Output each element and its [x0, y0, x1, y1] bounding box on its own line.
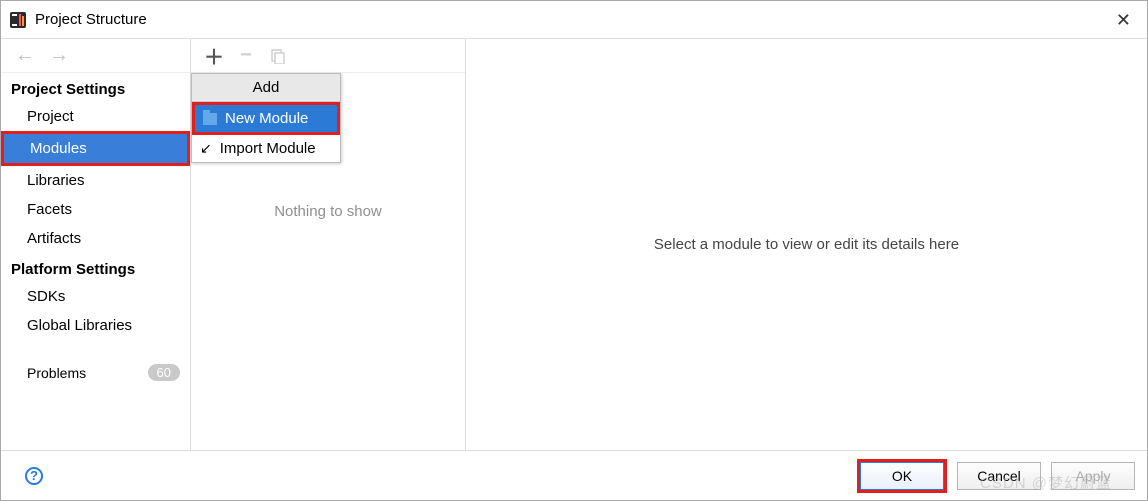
sidebar-item-artifacts[interactable]: Artifacts — [1, 224, 190, 253]
sidebar-item-sdks[interactable]: SDKs — [1, 282, 190, 311]
nav-arrows: ← → — [1, 39, 190, 73]
sidebar-item-modules[interactable]: Modules — [1, 131, 190, 166]
dialog-footer: ? OK Cancel Apply — [1, 450, 1147, 500]
sidebar-item-facets[interactable]: Facets — [1, 195, 190, 224]
details-panel: Select a module to view or edit its deta… — [466, 39, 1147, 450]
modules-toolbar: ＋ − — [191, 39, 465, 73]
cancel-button[interactable]: Cancel — [957, 462, 1041, 490]
folder-icon — [203, 113, 217, 125]
sidebar-item-project[interactable]: Project — [1, 102, 190, 131]
sidebar-item-libraries[interactable]: Libraries — [1, 166, 190, 195]
problems-label: Problems — [27, 365, 86, 381]
add-icon[interactable]: ＋ — [205, 47, 223, 65]
back-icon[interactable]: ← — [15, 44, 35, 67]
menu-item-import-module[interactable]: ↙ Import Module — [192, 135, 340, 162]
import-icon: ↙ — [200, 140, 212, 157]
left-sidebar: ← → Project Settings Project Modules Lib… — [1, 39, 191, 450]
add-popup-header: Add — [192, 74, 340, 102]
close-icon[interactable]: ✕ — [1110, 11, 1137, 29]
new-module-label: New Module — [225, 110, 308, 127]
titlebar: Project Structure ✕ — [1, 1, 1147, 39]
import-module-label: Import Module — [220, 140, 316, 157]
platform-settings-header: Platform Settings — [1, 253, 190, 282]
forward-icon[interactable]: → — [49, 44, 69, 67]
modules-list-panel: ＋ − Add New Module ↙ Import Module Nothi… — [191, 39, 466, 450]
intellij-icon — [9, 11, 27, 29]
dialog-body: ← → Project Settings Project Modules Lib… — [1, 39, 1147, 450]
help-button[interactable]: ? — [15, 459, 53, 493]
remove-icon: − — [237, 47, 255, 65]
help-icon: ? — [25, 467, 43, 485]
problems-count-badge: 60 — [148, 364, 180, 381]
copy-icon — [269, 47, 287, 65]
add-popup: Add New Module ↙ Import Module — [191, 73, 341, 163]
window-title: Project Structure — [35, 11, 1110, 28]
project-structure-dialog: Project Structure ✕ ← → Project Settings… — [0, 0, 1148, 501]
ok-button[interactable]: OK — [860, 462, 944, 490]
apply-button: Apply — [1051, 462, 1135, 490]
sidebar-item-problems[interactable]: Problems 60 — [1, 358, 190, 387]
menu-item-new-module[interactable]: New Module — [192, 102, 340, 135]
details-placeholder: Select a module to view or edit its deta… — [654, 236, 959, 253]
project-settings-header: Project Settings — [1, 73, 190, 102]
sidebar-item-global-libraries[interactable]: Global Libraries — [1, 311, 190, 340]
